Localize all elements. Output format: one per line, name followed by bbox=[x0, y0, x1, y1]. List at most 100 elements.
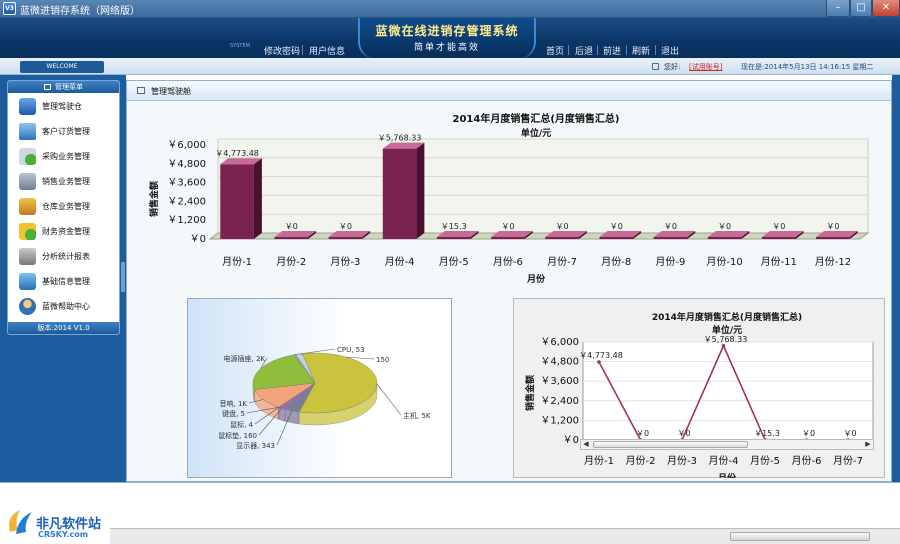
x-tick-label: 月份-5 bbox=[750, 455, 780, 467]
x-tick-label: 月份-7 bbox=[547, 256, 577, 268]
x-tick-label: 月份-4 bbox=[385, 256, 415, 268]
nav-back[interactable]: 后退 bbox=[575, 44, 593, 57]
nav-change-password[interactable]: 修改密码 bbox=[264, 44, 300, 57]
x-tick-label: 月份-5 bbox=[439, 256, 469, 268]
x-tick-label: 月份-2 bbox=[276, 256, 306, 268]
scroll-right-icon[interactable]: ▶ bbox=[863, 440, 873, 449]
data-label: ￥5,768.33 bbox=[378, 134, 422, 143]
close-button[interactable]: ✕ bbox=[872, 0, 900, 17]
tab-dashboard[interactable]: 管理驾驶舱 bbox=[127, 81, 891, 101]
account-link[interactable]: [试用账号] bbox=[689, 62, 722, 72]
chart-back-wall bbox=[217, 138, 869, 234]
sidebar-item-label: 管理驾驶仓 bbox=[42, 102, 82, 111]
data-label: ￥0 bbox=[339, 222, 352, 231]
bar bbox=[220, 164, 254, 239]
scroll-thumb[interactable] bbox=[593, 441, 748, 448]
sidebar-item-customer-orders[interactable]: 客户订货管理 bbox=[8, 119, 119, 144]
y-tick-label: ￥1,200 bbox=[540, 415, 579, 426]
sidebar-item-label: 客户订货管理 bbox=[42, 127, 90, 136]
sidebar-item-basic-info[interactable]: 基础信息管理 bbox=[8, 269, 119, 294]
bar bbox=[274, 237, 309, 239]
x-tick-label: 月份-8 bbox=[601, 256, 631, 268]
sidebar-item-dashboard[interactable]: 管理驾驶仓 bbox=[8, 94, 119, 119]
series-point bbox=[721, 343, 726, 348]
sidebar-item-label: 蓝微帮助中心 bbox=[42, 302, 90, 311]
sidebar-item-label: 仓库业务管理 bbox=[42, 202, 90, 211]
y-axis-label: 销售金额 bbox=[524, 375, 536, 411]
scroll-thumb[interactable] bbox=[730, 532, 870, 541]
sidebar-item-reports[interactable]: 分析统计报表 bbox=[8, 244, 119, 269]
nav-user-info[interactable]: 用户信息 bbox=[309, 44, 345, 57]
data-label: ￥4,773.48 bbox=[215, 149, 259, 158]
nav-exit[interactable]: 退出 bbox=[661, 44, 679, 57]
x-tick-label: 月份-1 bbox=[584, 455, 614, 467]
y-tick-label: ￥2,400 bbox=[540, 396, 579, 407]
bar bbox=[707, 237, 742, 239]
sidebar-header: 管理菜单 bbox=[8, 81, 119, 93]
nav-separator bbox=[302, 45, 303, 55]
nav-home[interactable]: 首页 bbox=[546, 44, 564, 57]
window-icon bbox=[137, 87, 145, 94]
watermark-en: CRSKY.com bbox=[38, 530, 89, 539]
sidebar-item-finance[interactable]: 财务资金管理 bbox=[8, 219, 119, 244]
y-tick-label: ￥0 bbox=[563, 435, 579, 446]
bar bbox=[328, 237, 363, 239]
sidebar-item-label: 财务资金管理 bbox=[42, 227, 90, 236]
nav-refresh[interactable]: 刷新 bbox=[632, 44, 650, 57]
welcome-badge: WELCOME bbox=[20, 61, 104, 73]
data-label: ￥15.3 bbox=[441, 222, 467, 231]
settings-icon bbox=[19, 273, 36, 290]
bar-side bbox=[253, 158, 262, 239]
nav-separator bbox=[655, 45, 656, 55]
sidebar-item-purchase[interactable]: 采购业务管理 bbox=[8, 144, 119, 169]
x-tick-label: 月份-9 bbox=[655, 256, 685, 268]
y-tick-label: ￥2,400 bbox=[167, 196, 206, 207]
data-label: ￥0 bbox=[610, 222, 623, 231]
y-tick-label: ￥0 bbox=[190, 234, 206, 245]
line-chart-scrollbar[interactable]: ◀ ▶ bbox=[580, 439, 874, 450]
y-tick-label: ￥4,800 bbox=[540, 357, 579, 368]
bar bbox=[816, 237, 850, 239]
bar bbox=[653, 237, 688, 239]
calculator-icon bbox=[19, 173, 36, 190]
data-label: ￥0 bbox=[556, 222, 569, 231]
product-pie-chart: CPU, 53 150 主机, 5K 显示器, 343 鼠标垫, 160 鼠标, 4 键盘,… bbox=[218, 346, 431, 450]
x-axis-label: 月份 bbox=[717, 472, 737, 478]
nav-forward[interactable]: 前进 bbox=[603, 44, 621, 57]
page-horizontal-scrollbar[interactable] bbox=[110, 528, 900, 544]
y-tick-label: ￥3,600 bbox=[540, 376, 579, 387]
data-label: ￥0 bbox=[843, 429, 856, 438]
sidebar-item-help[interactable]: 蓝微帮助中心 bbox=[8, 294, 119, 319]
sidebar-item-sales[interactable]: 销售业务管理 bbox=[8, 169, 119, 194]
pie-label: 显示器, 343 bbox=[236, 442, 275, 450]
x-axis-label: 月份 bbox=[526, 273, 546, 285]
sidebar-header-label: 管理菜单 bbox=[55, 83, 83, 91]
x-tick-label: 月份-12 bbox=[815, 256, 851, 268]
sidebar-collapse-handle[interactable] bbox=[121, 262, 125, 292]
bar bbox=[599, 237, 634, 239]
pie-label: 主机, 5K bbox=[403, 411, 431, 420]
data-label: ￥5,768.33 bbox=[704, 335, 748, 344]
data-label: ￥0 bbox=[636, 429, 649, 438]
system-slogan: 简单才能高效 bbox=[413, 43, 480, 53]
window-title-bar: V3 蓝微进销存系统（网络版） – □ ✕ bbox=[0, 0, 900, 18]
nav-separator bbox=[568, 45, 569, 55]
data-label: ￥0 bbox=[677, 429, 690, 438]
pie-slice-side bbox=[278, 407, 286, 422]
cart-icon bbox=[19, 148, 36, 165]
system-title: 蓝微在线进销存管理系统 bbox=[375, 24, 519, 38]
nav-separator bbox=[626, 45, 627, 55]
pie-label: 电源插座, 2K bbox=[224, 354, 266, 363]
system-tag: SYSTEM bbox=[230, 43, 250, 49]
scroll-left-icon[interactable]: ◀ bbox=[581, 440, 591, 449]
pie-label: 150 bbox=[376, 356, 389, 364]
sidebar-menu: 管理菜单 管理驾驶仓 客户订货管理 采购业务管理 销售业务管理 仓库业务管理 财… bbox=[7, 80, 120, 335]
bar bbox=[761, 237, 796, 239]
x-tick-label: 月份-10 bbox=[706, 256, 742, 268]
sidebar-item-warehouse[interactable]: 仓库业务管理 bbox=[8, 194, 119, 219]
pie-label: 音响, 1K bbox=[220, 399, 248, 408]
tab-label: 管理驾驶舱 bbox=[151, 87, 191, 96]
chart-title: 2014年月度销售汇总(月度销售汇总) bbox=[453, 112, 620, 125]
minimize-button[interactable]: – bbox=[826, 0, 850, 17]
maximize-button[interactable]: □ bbox=[850, 0, 872, 17]
